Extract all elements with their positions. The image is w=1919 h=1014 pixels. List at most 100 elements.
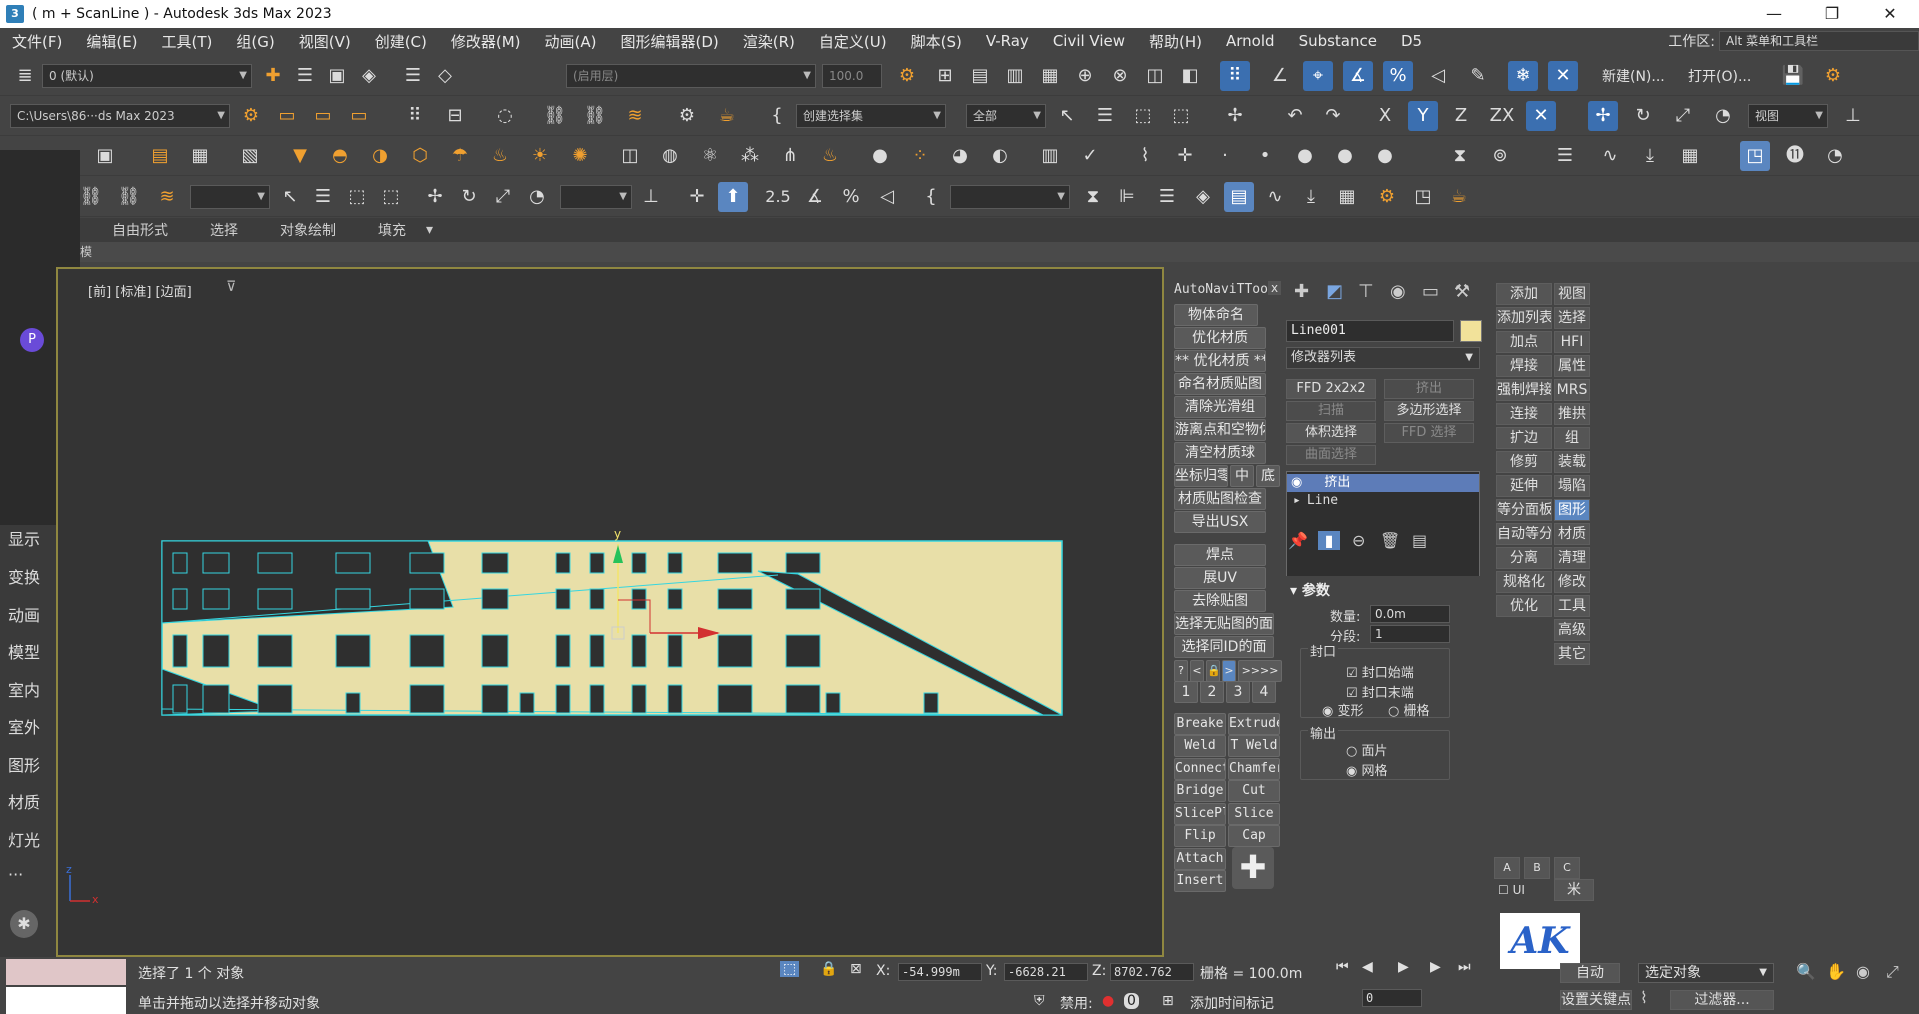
keyboard-shortcut-icon[interactable]: ⬆ [718,182,748,212]
expand-arrow-icon[interactable]: ▸ [1293,493,1301,508]
btn-t-weld[interactable]: T Weld [1228,735,1280,757]
timer-icon[interactable]: ⓫ [1780,141,1810,171]
layer-manager-icon[interactable]: ≣ [10,61,40,91]
btn-page-4[interactable]: 4 [1252,681,1276,703]
large-plus-icon[interactable]: ✚ [1232,847,1274,889]
btn-unwrap-uv[interactable]: 展UV [1174,567,1266,589]
left-item-model[interactable]: 模型 [8,639,40,663]
btn-help[interactable]: ? [1174,660,1188,682]
minimize-button[interactable]: — [1745,0,1803,28]
motion-tab-icon[interactable]: ◉ [1390,281,1406,302]
crossing-icon-2[interactable]: ⬚ [376,182,406,212]
right-btn-add-list[interactable]: 添加列表 [1496,307,1552,329]
atom-icon[interactable]: ⚛ [695,141,725,171]
btn-optimize-material[interactable]: 优化材质 [1174,327,1266,349]
btn-extrude[interactable]: Extrude [1228,713,1280,735]
record-dot-icon[interactable]: ● [1102,993,1114,1009]
next-frame-icon[interactable]: ▶ [1430,959,1441,975]
zero-badge[interactable]: 0 [1124,993,1139,1009]
select-name-icon-2[interactable]: ☰ [308,182,338,212]
btn-next[interactable]: > [1222,660,1236,682]
spinner-snap-icon-2[interactable]: ◁ [872,182,902,212]
ui-checkbox[interactable]: ☐ UI [1498,883,1525,897]
orbit-icon[interactable]: ◉ [1856,962,1870,981]
percent-snap-icon-2[interactable]: % [836,182,866,212]
tab-freeform[interactable]: 自由形式 [112,220,168,240]
next-key-icon[interactable]: ⏭ [1458,959,1471,975]
ribbon-options-icon[interactable]: ▾ [426,222,433,238]
x-coordinate[interactable]: -54.999m [898,963,982,981]
select-region-icon[interactable]: ⠿ [400,101,430,131]
btn-coord-zero[interactable]: 坐标归零 [1174,465,1228,487]
layer-explorer-icon[interactable]: ☰ [398,61,428,91]
move-icon[interactable]: ✢ [1220,101,1250,131]
maximize-viewport-icon[interactable]: ⤢ [1886,962,1899,982]
manipulate-icon[interactable]: ✛ [682,182,712,212]
modify-tab-icon[interactable]: ◩ [1326,281,1343,302]
tool-icon-5[interactable]: ⊗ [1105,61,1135,91]
rotate-icon-2[interactable]: ↻ [454,182,484,212]
settings-icon[interactable]: ✱ [10,910,38,938]
axis-zx-button[interactable]: ZX [1484,101,1520,131]
tool-icon-1[interactable]: ▤ [965,61,995,91]
modifier-list-dropdown[interactable]: 修改器列表 ▼ [1286,347,1480,369]
left-item-light[interactable]: 灯光 [8,827,40,851]
btn-breake[interactable]: Breake [1174,713,1226,735]
workspace-dropdown[interactable]: Alt 菜单和工具栏 [1719,31,1919,51]
maximize-button[interactable]: ❐ [1803,0,1861,28]
select-layer-icon[interactable]: ▣ [322,61,352,91]
mod-extrude-button[interactable]: 挤出 [1384,379,1474,399]
auto-key-button[interactable]: 自动 [1560,963,1620,983]
btn-weld[interactable]: Weld [1174,735,1226,757]
selection-set-dropdown[interactable]: 创建选择集 ▼ [796,104,946,128]
right-btn-push[interactable]: 推拱 [1554,403,1590,425]
add-time-tag-button[interactable]: 添加时间标记 [1190,993,1274,1013]
sphere-icon[interactable]: ● [865,141,895,171]
menu-edit[interactable]: 编辑(E) [74,31,149,52]
rect-region-icon[interactable]: ⬚ [1128,101,1158,131]
save-icon[interactable]: 💾 [1778,61,1808,91]
btn-insert[interactable]: Insert [1174,870,1226,892]
right-btn-expand-edge[interactable]: 扩边 [1496,427,1552,449]
btn-clear-smoothing[interactable]: 清除光滑组 [1174,396,1266,418]
eye-icon[interactable]: ◉ [1291,475,1302,490]
scale-icon[interactable]: ⤢ [1668,101,1698,131]
zoom-icon[interactable]: 🔍 [1796,962,1816,981]
btn-attach[interactable]: Attach [1174,848,1226,870]
settings-gear-icon[interactable]: ⚙ [892,61,922,91]
btn-export-usx[interactable]: 导出USX [1174,511,1266,533]
percent-spinner[interactable]: 100.0 [822,64,882,88]
morph-radio[interactable]: ◉ 变形 [1322,700,1364,719]
btn-weld-points[interactable]: 焊点 [1174,544,1266,566]
left-item-animation[interactable]: 动画 [8,602,40,626]
place-icon[interactable]: ◔ [1708,101,1738,131]
key-filters-button[interactable]: 过滤器... [1670,990,1774,1010]
grid-radio[interactable]: ○ 栅格 [1388,700,1430,719]
right-btn-auto-divide[interactable]: 自动等分 [1496,523,1552,545]
right-btn-clean[interactable]: 清理 [1554,547,1590,569]
filter-dropdown[interactable]: 全部 ▼ [966,104,1046,128]
selection-set-icon[interactable]: { [762,101,792,131]
utilities-tab-icon[interactable]: ⚒ [1454,281,1470,302]
mod-ffd-select-button[interactable]: FFD 选择 [1384,423,1474,443]
xray-icon[interactable]: ✕ [1548,61,1578,91]
axis-y-button[interactable]: Y [1408,101,1438,131]
selected-object-dropdown[interactable]: 选定对象 ▼ [1638,963,1774,983]
right-btn-divide-panel[interactable]: 等分面板 [1496,499,1552,521]
sheet-icon[interactable]: ▤ [145,141,175,171]
menu-arnold[interactable]: Arnold [1214,32,1287,50]
axis-z-button[interactable]: Z [1446,101,1476,131]
rendered-frame-icon[interactable]: ◳ [1408,182,1438,212]
menu-modifiers[interactable]: 修改器(M) [439,31,533,52]
btn-forward-many[interactable]: >>>> [1238,660,1282,682]
segments-spinner[interactable]: 1 [1370,625,1450,643]
configure-sets-icon[interactable]: ▤ [1412,531,1427,550]
btn-optimize-material-2[interactable]: ** 优化材质 ** [1174,350,1266,372]
menu-d5[interactable]: D5 [1389,32,1434,50]
render-setup-icon-2[interactable]: ⚙ [1372,182,1402,212]
folder-open-icon[interactable]: ▭ [308,101,338,131]
half-dome-icon[interactable]: ◓ [325,141,355,171]
btn-isolated-points[interactable]: 游离点和空物体 [1174,419,1266,441]
folder-icon[interactable]: ▭ [272,101,302,131]
btn-page-1[interactable]: 1 [1174,681,1198,703]
